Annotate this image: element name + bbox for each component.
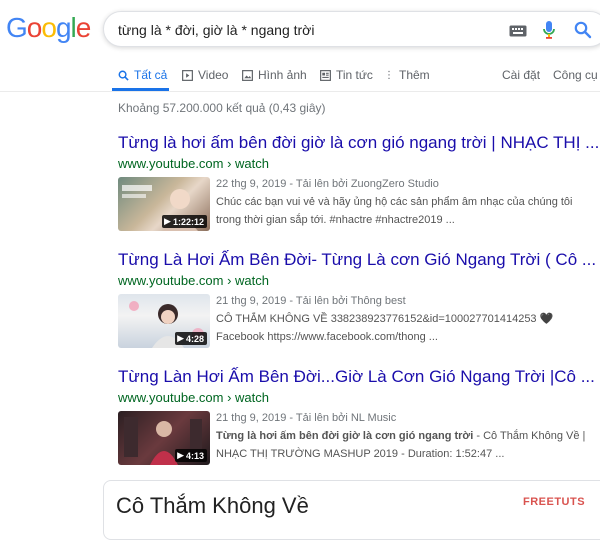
result-snippet: trong thời gian sắp tới. #nhactre #nhact… xyxy=(216,214,455,226)
play-icon: ▶ xyxy=(177,333,184,343)
result-date: 21 thg 9, 2019 - Tải lên bởi NL Music xyxy=(216,412,397,424)
result-url[interactable]: www.youtube.com › watch xyxy=(118,273,588,289)
video-icon xyxy=(182,69,193,81)
result-title-link[interactable]: Từng Là Hơi Ấm Bên Đời- Từng Là cơn Gió … xyxy=(118,249,596,270)
result-date: 22 thg 9, 2019 - Tải lên bởi ZuongZero S… xyxy=(216,178,439,190)
result-snippet: Facebook https://www.facebook.com/thong … xyxy=(216,331,438,343)
search-result: Từng là hơi ấm bên đời giờ là cơn gió ng… xyxy=(118,132,599,237)
video-thumbnail[interactable]: ▶ 4:28 xyxy=(118,294,210,348)
result-stats: Khoảng 57.200.000 kết quả (0,43 giây) xyxy=(118,101,326,115)
result-title-link[interactable]: Từng Làn Hơi Ấm Bên Đời...Giờ Là Cơn Gió… xyxy=(118,366,595,387)
search-input[interactable]: từng là * đời, giờ là * ngang trời xyxy=(118,22,314,38)
video-duration: ▶ 4:28 xyxy=(175,332,207,345)
watermark-logo: FREETUTS xyxy=(523,496,586,508)
tab-news[interactable]: Tin tức xyxy=(320,68,373,82)
search-icon[interactable] xyxy=(574,21,592,44)
play-icon: ▶ xyxy=(164,216,171,226)
tab-images[interactable]: Hình ảnh xyxy=(242,68,307,82)
tools-link[interactable]: Công cụ xyxy=(553,68,598,82)
play-icon: ▶ xyxy=(177,450,184,460)
result-snippet: NHẠC THỊ TRƯỜNG MASHUP 2019 - Duration: … xyxy=(216,448,505,460)
result-snippet: CÔ THẮM KHÔNG VỀ 338238923776152&id=1000… xyxy=(216,313,554,325)
result-snippet: Chúc các bạn vui vẻ và hãy ủng hộ các sả… xyxy=(216,196,573,208)
video-duration: ▶ 4:13 xyxy=(175,449,207,462)
divider xyxy=(0,91,600,92)
search-box[interactable]: từng là * đời, giờ là * ngang trời xyxy=(103,11,600,47)
knowledge-panel: Cô Thắm Không Về xyxy=(103,480,600,540)
video-thumbnail[interactable]: ▶ 1:22:12 xyxy=(118,177,210,231)
search-icon xyxy=(118,70,129,81)
keyboard-icon[interactable] xyxy=(509,24,527,42)
result-title-link[interactable]: Từng là hơi ấm bên đời giờ là cơn gió ng… xyxy=(118,132,599,153)
more-icon: ⋮ xyxy=(384,69,394,81)
search-result: Từng Làn Hơi Ấm Bên Đời...Giờ Là Cơn Gió… xyxy=(118,366,595,471)
microphone-icon[interactable] xyxy=(542,20,556,45)
search-result: Từng Là Hơi Ấm Bên Đời- Từng Là cơn Gió … xyxy=(118,249,596,354)
tab-all[interactable]: Tất cả xyxy=(118,68,167,82)
news-icon xyxy=(320,69,331,81)
google-logo[interactable]: Google xyxy=(6,12,91,44)
result-url[interactable]: www.youtube.com › watch xyxy=(118,156,588,172)
search-tabs: Tất cả Video Hình ảnh Tin tức ⋮ Thêm Cài… xyxy=(0,60,600,92)
result-snippet: Từng là hơi ấm bên đời giờ là cơn gió ng… xyxy=(216,430,586,442)
result-date: 21 thg 9, 2019 - Tải lên bởi Thông best xyxy=(216,295,406,307)
video-duration: ▶ 1:22:12 xyxy=(162,215,207,228)
tab-more[interactable]: ⋮ Thêm xyxy=(384,68,430,82)
result-url[interactable]: www.youtube.com › watch xyxy=(118,390,588,406)
tab-video[interactable]: Video xyxy=(182,68,228,82)
settings-link[interactable]: Cài đặt xyxy=(502,68,540,82)
video-thumbnail[interactable]: ▶ 4:13 xyxy=(118,411,210,465)
knowledge-panel-title: Cô Thắm Không Về xyxy=(116,493,309,518)
image-icon xyxy=(242,69,253,81)
